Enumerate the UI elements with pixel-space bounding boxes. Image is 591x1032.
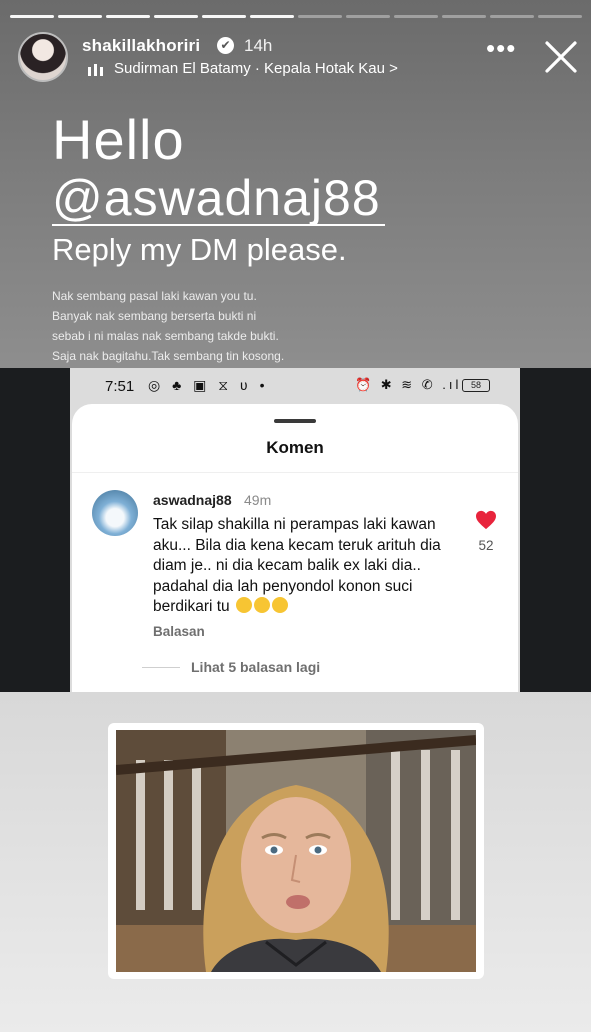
view-more-replies-button[interactable]: Lihat 5 balasan lagi [191,659,320,675]
comment-text-content: Tak silap shakilla ni perampas laki kawa… [153,516,441,615]
comment-time: 49m [244,492,272,508]
battery-icon: 58 [462,379,490,392]
comments-sheet: Komen aswadnaj88 49m Tak silap shakilla … [72,404,518,692]
caption-line: sebab i ni malas nak sembang takde bukti… [52,329,279,343]
notification-icons: ◎ ♣ ▣ ⧖ ʋ • [148,377,269,393]
caption-line: Saja nak bagitahu.Tak sembang tin kosong… [52,349,285,363]
comment-text: Tak silap shakilla ni perampas laki kawa… [153,515,468,618]
story-mention-link[interactable]: @aswadnaj88 [52,172,385,226]
laughing-emoji-icon [236,597,252,613]
more-options-icon[interactable]: ••• [486,35,516,61]
meme-image [116,730,476,972]
laughing-emoji-icon [254,597,270,613]
laughing-emoji-icon [272,597,288,613]
progress-segment [346,15,390,18]
progress-segment [250,15,294,18]
close-icon[interactable] [544,40,578,74]
story-header: shakillakhoriri ✔ 14h Sudirman El Batamy… [18,32,578,84]
verified-badge-icon: ✔ [217,37,234,54]
caption-line: Banyak nak sembang berserta bukti ni [52,309,257,323]
progress-segment [202,15,246,18]
story-bottom-panel [0,692,591,1032]
phone-status-bar: 7:51 ◎ ♣ ▣ ⧖ ʋ • ⏰ ✱ ≋ ✆ .ıl 58 [70,368,520,404]
comment-screenshot: 7:51 ◎ ♣ ▣ ⧖ ʋ • ⏰ ✱ ≋ ✆ .ıl 58 Komen as… [70,368,520,692]
commenter-avatar[interactable] [92,490,138,536]
status-time: 7:51 [105,378,135,395]
sheet-title: Komen [266,438,324,457]
profile-avatar[interactable] [18,32,68,82]
progress-segment [106,15,150,18]
system-status-icons: ⏰ ✱ ≋ ✆ .ıl [355,377,462,392]
divider [142,667,180,668]
music-attribution[interactable]: Sudirman El Batamy · Kepala Hotak Kau > [114,60,398,77]
story-reply-text: Reply my DM please. [52,232,347,267]
meme-image-frame [108,723,484,979]
post-time: 14h [244,36,273,55]
divider [72,472,518,473]
story-progress-bar [10,15,582,18]
sheet-drag-handle[interactable] [274,419,316,423]
progress-segment [58,15,102,18]
like-count: 52 [478,538,494,553]
story-hello-text: Hello [52,108,185,171]
reply-button[interactable]: Balasan [153,624,205,639]
music-bars-icon [88,64,104,76]
progress-segment [154,15,198,18]
story-caption-lines: Nak sembang pasal laki kawan you tu. Ban… [52,286,385,366]
caption-line: Nak sembang pasal laki kawan you tu. [52,289,257,303]
heart-icon[interactable] [475,510,497,530]
progress-segment [442,15,486,18]
progress-segment [10,15,54,18]
commenter-username[interactable]: aswadnaj88 [153,492,232,508]
progress-segment [394,15,438,18]
progress-segment [538,15,582,18]
progress-segment [298,15,342,18]
username[interactable]: shakillakhoriri [82,36,200,56]
story-top-panel: shakillakhoriri ✔ 14h Sudirman El Batamy… [0,0,591,368]
meme-illustration [116,730,476,972]
progress-segment [490,15,534,18]
story-text-block: Hello @aswadnaj88 Reply my DM please. Na… [52,110,385,366]
